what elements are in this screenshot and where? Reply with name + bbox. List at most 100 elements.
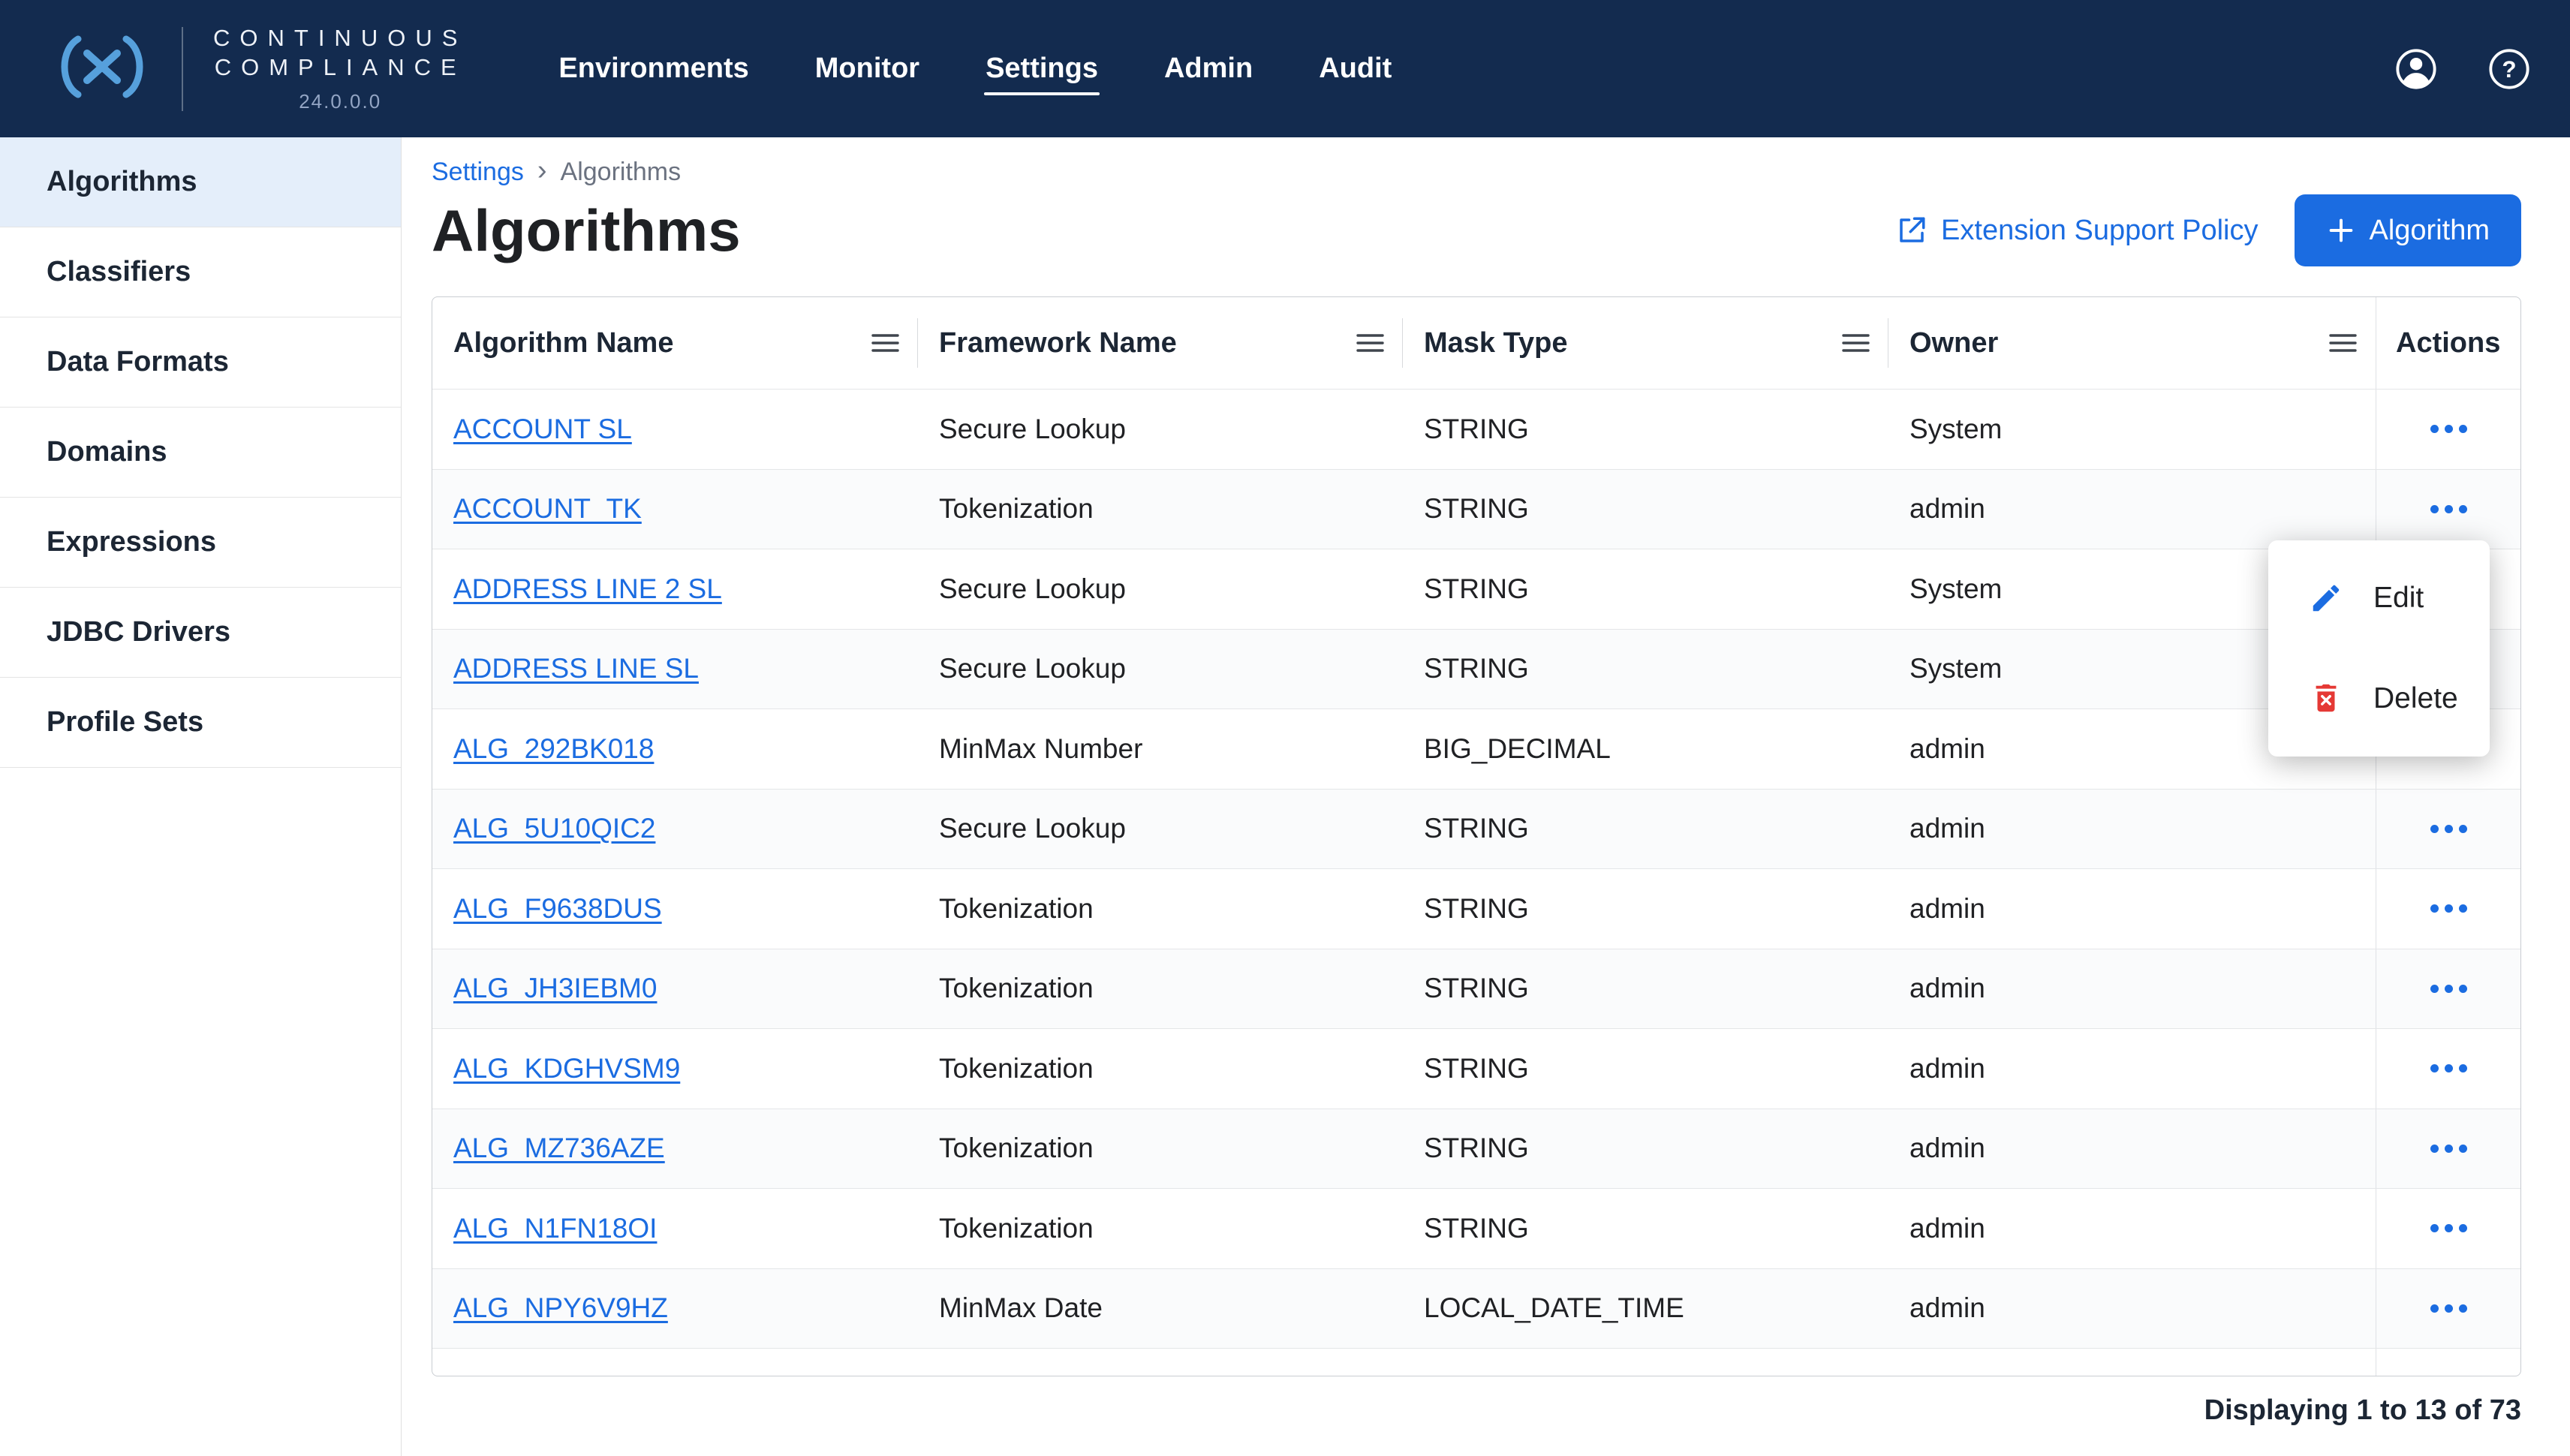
owner-cell: admin xyxy=(1888,1292,2376,1324)
algorithm-name-link[interactable]: ALG_N1FN18OI xyxy=(453,1213,657,1244)
mask-type-cell: STRING xyxy=(1403,1053,1888,1084)
column-menu-icon[interactable] xyxy=(871,332,900,354)
title-actions: Extension Support Policy Algorithm xyxy=(1896,194,2521,266)
owner-cell: admin xyxy=(1888,893,2376,925)
framework-name-cell: Secure Lookup xyxy=(918,414,1403,445)
algorithm-name-link[interactable]: ALG_292BK018 xyxy=(453,733,654,764)
top-nav-item[interactable]: Audit xyxy=(1317,41,1393,97)
algorithm-name-link[interactable]: ADDRESS LINE 2 SL xyxy=(453,573,722,604)
add-algorithm-button[interactable]: Algorithm xyxy=(2295,194,2522,266)
table-row: ALG_JH3IEBM0 Tokenization STRING admin xyxy=(432,949,2520,1029)
algorithm-name-link[interactable]: ALG_F9638DUS xyxy=(453,893,662,924)
framework-name-cell: Tokenization xyxy=(918,1213,1403,1244)
framework-name-cell: Secure Lookup xyxy=(918,813,1403,844)
framework-name-cell: Tokenization xyxy=(918,893,1403,925)
algorithm-name-link[interactable]: ALG_JH3IEBM0 xyxy=(453,973,657,1003)
framework-name-cell: Tokenization xyxy=(918,493,1403,525)
table-row: ACCOUNT SL Secure Lookup STRING System xyxy=(432,389,2520,469)
column-menu-icon[interactable] xyxy=(1356,332,1385,354)
sidebar-item[interactable]: Classifiers xyxy=(0,227,401,317)
row-actions-cell xyxy=(2376,1189,2520,1268)
breadcrumb-settings-link[interactable]: Settings xyxy=(432,158,524,187)
sidebar-item[interactable]: Algorithms xyxy=(0,137,401,227)
framework-name-cell: MinMax Number xyxy=(918,733,1403,765)
column-header-framework-name: Framework Name xyxy=(918,297,1403,389)
algorithm-name-link[interactable]: ALG_5U10QIC2 xyxy=(453,813,655,844)
row-actions-cell xyxy=(2376,869,2520,949)
brand-line-2: COMPLIANCE xyxy=(215,53,466,83)
table-row: ALG_TI7473II Secure Lookup STRING admin xyxy=(432,1348,2520,1376)
framework-name-cell: Tokenization xyxy=(918,973,1403,1004)
algorithm-name-link[interactable]: ALG_MZ736AZE xyxy=(453,1133,665,1163)
framework-name-cell: MinMax Date xyxy=(918,1292,1403,1324)
mask-type-cell: STRING xyxy=(1403,653,1888,684)
more-actions-icon[interactable] xyxy=(2423,814,2475,844)
owner-cell: admin xyxy=(1888,1133,2376,1164)
brand-line-1: CONTINUOUS xyxy=(213,24,467,53)
mask-type-cell: STRING xyxy=(1403,414,1888,445)
algorithm-name-link[interactable]: ALG_NPY6V9HZ xyxy=(453,1292,668,1323)
svg-text:?: ? xyxy=(2502,56,2516,83)
top-nav-item[interactable]: Environments xyxy=(557,41,750,97)
user-account-icon[interactable] xyxy=(2394,47,2438,91)
delphix-logo-icon xyxy=(53,35,152,103)
mask-type-cell: STRING xyxy=(1403,1373,1888,1376)
delete-menu-item[interactable]: Delete xyxy=(2268,648,2490,749)
more-actions-icon[interactable] xyxy=(2423,1294,2475,1323)
more-actions-icon[interactable] xyxy=(2423,1373,2475,1376)
column-menu-icon[interactable] xyxy=(1841,332,1870,354)
framework-name-cell: Tokenization xyxy=(918,1133,1403,1164)
more-actions-icon[interactable] xyxy=(2423,1134,2475,1163)
more-actions-icon[interactable] xyxy=(2423,974,2475,1003)
algorithm-name-link[interactable]: ACCOUNT_TK xyxy=(453,493,642,524)
top-nav: Environments Monitor Settings Admin Audi… xyxy=(557,41,1393,97)
breadcrumb-current: Algorithms xyxy=(561,158,682,187)
help-icon[interactable]: ? xyxy=(2487,47,2531,91)
top-nav-item[interactable]: Settings xyxy=(984,41,1100,97)
top-nav-item[interactable]: Admin xyxy=(1163,41,1254,97)
mask-type-cell: LOCAL_DATE_TIME xyxy=(1403,1292,1888,1324)
row-actions-cell xyxy=(2376,1109,2520,1189)
edit-menu-item[interactable]: Edit xyxy=(2268,548,2490,648)
column-header-algorithm-name: Algorithm Name xyxy=(432,297,918,389)
algorithm-name-link[interactable]: ALG_TI7473II xyxy=(453,1373,626,1376)
more-actions-icon[interactable] xyxy=(2423,894,2475,923)
topbar-right-icons: ? xyxy=(2394,47,2531,91)
algorithm-name-link[interactable]: ACCOUNT SL xyxy=(453,414,632,444)
more-actions-icon[interactable] xyxy=(2423,1214,2475,1243)
framework-name-cell: Tokenization xyxy=(918,1053,1403,1084)
table-row: ALG_N1FN18OI Tokenization STRING admin xyxy=(432,1188,2520,1268)
framework-name-cell: Secure Lookup xyxy=(918,573,1403,605)
owner-cell: admin xyxy=(1888,1053,2376,1084)
algorithm-name-link[interactable]: ADDRESS LINE SL xyxy=(453,653,699,684)
sidebar-item[interactable]: Domains xyxy=(0,408,401,498)
more-actions-icon[interactable] xyxy=(2423,414,2475,444)
table-row: ALG_KDGHVSM9 Tokenization STRING admin xyxy=(432,1028,2520,1109)
page-title: Algorithms xyxy=(432,197,741,265)
pagination-status: Displaying 1 to 13 of 73 xyxy=(432,1394,2521,1427)
owner-cell: admin xyxy=(1888,813,2376,844)
more-actions-icon[interactable] xyxy=(2423,495,2475,524)
table-row: ALG_MZ736AZE Tokenization STRING admin xyxy=(432,1109,2520,1189)
sidebar-item[interactable]: Profile Sets xyxy=(0,678,401,768)
mask-type-cell: STRING xyxy=(1403,813,1888,844)
framework-name-cell: Secure Lookup xyxy=(918,1373,1403,1376)
settings-sidebar: Algorithms Classifiers Data Formats Doma… xyxy=(0,137,402,1456)
top-nav-item[interactable]: Monitor xyxy=(814,41,921,97)
more-actions-icon[interactable] xyxy=(2423,1054,2475,1083)
framework-name-cell: Secure Lookup xyxy=(918,653,1403,684)
row-actions-cell xyxy=(2376,1269,2520,1349)
sidebar-item[interactable]: Data Formats xyxy=(0,317,401,408)
algorithm-name-link[interactable]: ALG_KDGHVSM9 xyxy=(453,1053,680,1084)
brand-block: CONTINUOUS COMPLIANCE 24.0.0.0 xyxy=(53,24,467,113)
column-menu-icon[interactable] xyxy=(2328,332,2358,354)
external-link-icon xyxy=(1896,215,1928,246)
extension-support-policy-link[interactable]: Extension Support Policy xyxy=(1896,215,2258,247)
sidebar-item[interactable]: Expressions xyxy=(0,498,401,588)
row-actions-cell xyxy=(2376,1029,2520,1109)
row-actions-cell xyxy=(2376,790,2520,869)
column-header-mask-type: Mask Type xyxy=(1403,297,1888,389)
owner-cell: System xyxy=(1888,414,2376,445)
mask-type-cell: STRING xyxy=(1403,493,1888,525)
sidebar-item[interactable]: JDBC Drivers xyxy=(0,588,401,678)
